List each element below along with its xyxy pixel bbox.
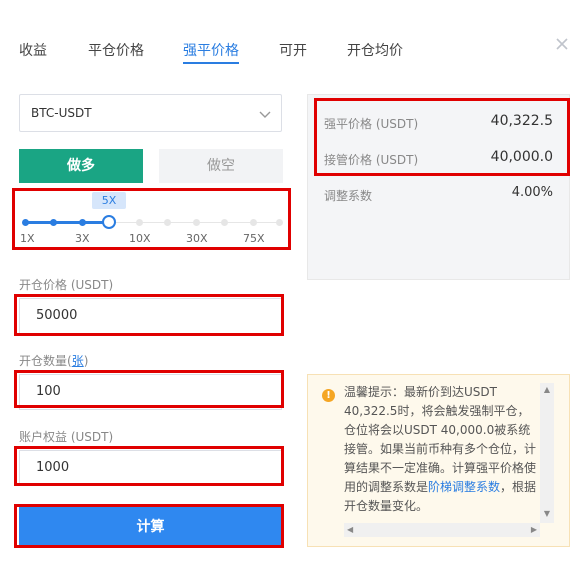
- leverage-step-dot[interactable]: [22, 219, 29, 226]
- tip-vertical-scrollbar[interactable]: ▲ ▼: [540, 383, 554, 523]
- quantity-input[interactable]: 100: [19, 374, 282, 410]
- info-icon: !: [322, 389, 335, 402]
- leverage-step-dot[interactable]: [276, 219, 283, 226]
- open-price-input[interactable]: 50000: [19, 298, 282, 334]
- tip-horizontal-scrollbar[interactable]: ◀ ▶: [344, 523, 540, 537]
- adjust-coef-value: 4.00%: [511, 185, 553, 200]
- tab-profit[interactable]: 收益: [19, 40, 47, 60]
- quantity-label: 开仓数量(张): [19, 352, 88, 369]
- leverage-step-dot[interactable]: [79, 219, 86, 226]
- close-icon[interactable]: [552, 34, 572, 54]
- open-price-label: 开仓价格 (USDT): [19, 278, 114, 292]
- equity-input[interactable]: 1000: [19, 450, 282, 486]
- tip-text-main: 温馨提示：最新价到达USDT 40,322.5时，将会触发强制平仓，仓位将会以U…: [344, 385, 537, 494]
- chevron-down-icon: [259, 111, 271, 118]
- quantity-unit-link[interactable]: 张: [72, 354, 84, 368]
- liq-price-label: 强平价格 (USDT): [324, 117, 419, 131]
- scroll-right-arrow-icon[interactable]: ▶: [531, 525, 537, 534]
- leverage-mark-label: 75X: [243, 232, 265, 245]
- active-tab-indicator: [183, 62, 239, 64]
- tip-panel: ! 温馨提示：最新价到达USDT 40,322.5时，将会触发强制平仓，仓位将会…: [307, 374, 570, 547]
- result-panel: 强平价格 (USDT) 40,322.5 接管价格 (USDT) 40,000.…: [307, 94, 570, 280]
- tiered-coef-link[interactable]: 阶梯调整系数: [428, 480, 500, 494]
- leverage-step-dot[interactable]: [164, 219, 171, 226]
- tip-text: 温馨提示：最新价到达USDT 40,322.5时，将会触发强制平仓，仓位将会以U…: [344, 383, 538, 516]
- liq-price-value: 40,322.5: [490, 113, 553, 129]
- quantity-label-prefix: 开仓数量(: [19, 354, 72, 368]
- leverage-step-dot[interactable]: [136, 219, 143, 226]
- leverage-mark-label: 30X: [186, 232, 208, 245]
- short-button[interactable]: 做空: [159, 149, 283, 183]
- calculate-button[interactable]: 计算: [19, 507, 282, 547]
- leverage-step-dot[interactable]: [221, 219, 228, 226]
- pair-select[interactable]: BTC-USDT: [19, 94, 282, 132]
- leverage-step-dot[interactable]: [193, 219, 200, 226]
- leverage-mark-label: 10X: [129, 232, 151, 245]
- leverage-slider-handle[interactable]: [102, 215, 116, 229]
- tab-available-open[interactable]: 可开: [279, 40, 307, 60]
- leverage-value-badge: 5X: [92, 192, 126, 209]
- scroll-left-arrow-icon[interactable]: ◀: [347, 525, 353, 534]
- leverage-mark-label: 1X: [20, 232, 35, 245]
- scroll-down-arrow-icon[interactable]: ▼: [542, 509, 552, 521]
- leverage-step-dot[interactable]: [50, 219, 57, 226]
- takeover-price-value: 40,000.0: [490, 149, 553, 165]
- pair-select-value: BTC-USDT: [31, 106, 92, 120]
- quantity-label-suffix: ): [83, 354, 89, 368]
- tab-liquidation-price[interactable]: 强平价格: [183, 40, 239, 60]
- leverage-track-filled: [25, 221, 109, 224]
- tab-close-price[interactable]: 平仓价格: [88, 40, 144, 60]
- tab-average-open-price[interactable]: 开仓均价: [347, 40, 403, 60]
- takeover-price-label: 接管价格 (USDT): [324, 153, 419, 167]
- adjust-coef-label: 调整系数: [324, 189, 373, 203]
- equity-label: 账户权益 (USDT): [19, 430, 114, 444]
- long-button[interactable]: 做多: [19, 149, 143, 183]
- leverage-step-dot[interactable]: [250, 219, 257, 226]
- calculator-tabs: 收益 平仓价格 强平价格 可开 开仓均价: [0, 0, 584, 100]
- scroll-up-arrow-icon[interactable]: ▲: [542, 385, 552, 397]
- leverage-mark-label: 3X: [75, 232, 90, 245]
